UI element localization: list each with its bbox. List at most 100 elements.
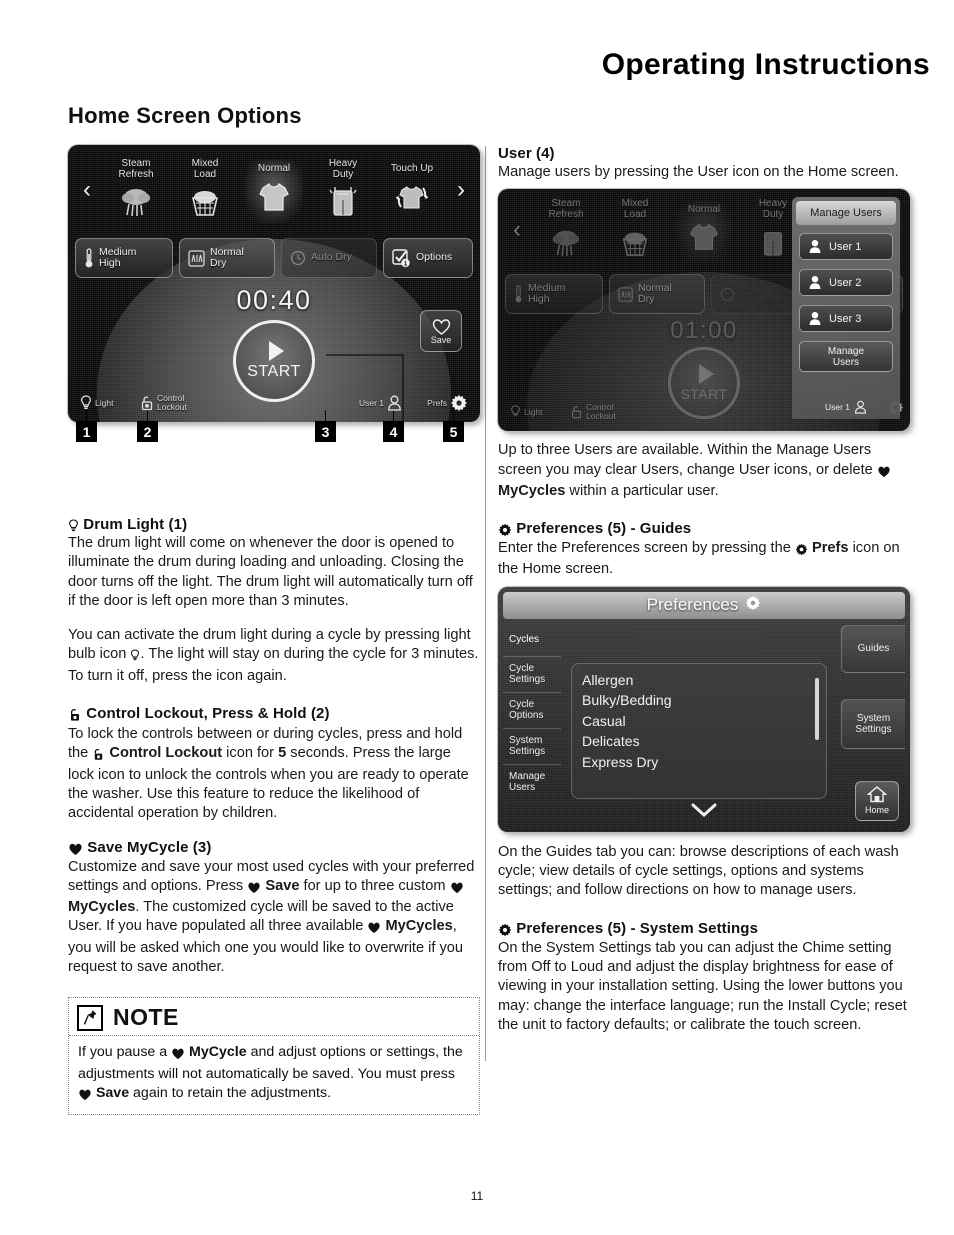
heading-prefs-system: Preferences (5) - System Settings [498,920,910,938]
prefs-guides-description: On the Guides tab you can: browse descri… [498,843,899,899]
temperature-label: Medium High [528,281,566,306]
control-lockout-label: Control Lockout [586,402,616,422]
cycle-label: Normal [687,203,721,215]
pg-a: Enter the Preferences screen by pressing… [498,540,791,557]
heart-outline-icon [431,317,452,336]
cycle-label: Mixed Load [621,197,649,221]
prefs-system-description: On the System Settings tab you can adjus… [498,939,907,1033]
heading-text: Save MyCycle (3) [87,838,212,856]
light-status-item[interactable]: Light [510,405,542,419]
control-lockout-paragraph: To lock the controls between or during c… [68,725,480,823]
heading-text: Drum Light (1) [83,516,188,533]
note-title: NOTE [113,1004,179,1031]
thermometer-icon [84,247,94,269]
list-item[interactable]: Delicates [582,731,816,752]
prefs-guides-intro: Enter the Preferences screen by pressing… [498,539,910,580]
prefs-label: Prefs [427,398,447,408]
guides-button[interactable]: Guides [841,624,905,673]
light-bulb-icon [68,519,79,533]
note-box: NOTE If you pause a MyCycle and adjust o… [68,997,480,1116]
running-head: Operating Instructions [601,48,930,81]
prefs-status-item[interactable]: Prefs [427,394,468,412]
cl-bold: Control Lockout [109,745,223,762]
padlock-icon [92,746,105,765]
dryness-icon [618,287,633,302]
user-2-button[interactable]: User 2 [799,269,893,297]
options-label: Options [416,251,453,264]
page-title: Home Screen Options [68,103,302,128]
cycle-steam-refresh[interactable]: Steam Refresh [535,198,597,263]
heading-text: Preferences (5) - Guides [516,520,692,538]
cycle-mixed-load[interactable]: Mixed Load [174,158,236,223]
control-lockout-block: Control Lockout, Press & Hold (2) To loc… [68,705,480,823]
control-lockout-status-item[interactable]: Control Lockout [570,403,616,421]
prefs-right-buttons: Guides System Settings [841,623,905,749]
list-item[interactable]: Allergen [582,670,816,691]
gear-icon [745,595,761,616]
dryness-button[interactable]: Normal Dry [179,238,275,278]
sm-myc: MyCycles [68,899,136,916]
cycle-mixed-load[interactable]: Mixed Load [604,198,666,263]
cycle-normal[interactable]: Normal [243,160,305,224]
list-item[interactable]: Bulky/Bedding [582,690,816,711]
light-bulb-icon [510,405,521,419]
manage-users-description: Up to three Users are available. Within … [498,441,910,501]
callout-numbers: 1 2 3 4 5 [68,421,480,445]
manage-users-title: Manage Users [796,201,896,226]
manage-users-button[interactable]: Manage Users [799,341,893,373]
user-icon [808,275,822,290]
list-item[interactable]: Casual [582,711,816,732]
cl-b: icon for [226,745,275,762]
prefs-cycle-list: Allergen Bulky/Bedding Casual Delicates … [571,662,827,799]
user-1-button[interactable]: User 1 [799,233,893,261]
auto-dry-button[interactable]: Auto Dry [281,238,377,278]
dryness-button[interactable]: Normal Dry [609,274,705,315]
user-icon [808,239,822,254]
list-item[interactable]: Express Dry [582,752,816,773]
dryness-label: Normal Dry [210,245,244,269]
light-status-item[interactable]: Light [80,395,113,411]
user-3-button[interactable]: User 3 [799,305,893,333]
cycle-selector-row: ‹ Steam Refresh Mixed Load Normal Heavy … [68,145,480,231]
tab-cycles[interactable]: Cycles [503,623,561,656]
cycle-steam-refresh[interactable]: Steam Refresh [105,158,167,223]
gear-icon [450,394,468,412]
system-settings-button[interactable]: System Settings [841,698,905,749]
thermometer-icon [514,284,523,304]
save-mycycle-block: Save MyCycle (3) Customize and save your… [68,839,480,978]
light-label: Light [95,398,114,408]
left-column-text: Drum Light (1) The drum light will come … [68,516,480,1116]
chevron-down-icon[interactable] [690,802,718,823]
cycle-prev-arrow[interactable]: ‹ [506,218,528,242]
save-mycycle-button[interactable]: Save [420,310,462,352]
padlock-icon [140,395,154,411]
scrollbar-thumb[interactable] [815,677,819,740]
control-lockout-status-item[interactable]: Control Lockout [140,394,187,412]
cycle-normal[interactable]: Normal [673,200,735,264]
tab-manage-users[interactable]: Manage Users [503,763,561,800]
heading-prefs-guides: Preferences (5) - Guides [498,520,910,538]
cycle-heavy-duty[interactable]: Heavy Duty [312,158,374,223]
callout-5: 5 [443,421,464,442]
tab-cycle-settings[interactable]: Cycle Settings [503,655,561,692]
note-body: If you pause a MyCycle and adjust option… [69,1036,479,1114]
save-label: Save [430,335,452,345]
manual-page: Operating Instructions Home Screen Optio… [0,0,954,1235]
light-bulb-icon [130,647,140,666]
prefs-guides-block: Preferences (5) - Guides Enter the Prefe… [498,520,910,580]
cycle-prev-arrow[interactable]: ‹ [76,178,98,202]
basket-icon [604,221,666,263]
tab-system-settings[interactable]: System Settings [503,727,561,764]
cycle-touch-up[interactable]: Touch Up [381,163,443,216]
drum-light-paragraph-2: You can activate the drum light during a… [68,626,480,686]
tab-cycle-options[interactable]: Cycle Options [503,691,561,728]
cycle-next-arrow[interactable]: › [450,178,472,202]
heart-icon [367,919,381,938]
home-button[interactable]: Home [855,780,899,821]
cycle-label: Steam Refresh [118,157,154,180]
temperature-button[interactable]: Medium High [75,238,173,278]
steam-refresh-icon [535,221,597,263]
options-button[interactable]: 1 Options [383,238,473,278]
user-status-item[interactable]: User 1 [359,395,402,411]
temperature-button[interactable]: Medium High [505,274,603,315]
